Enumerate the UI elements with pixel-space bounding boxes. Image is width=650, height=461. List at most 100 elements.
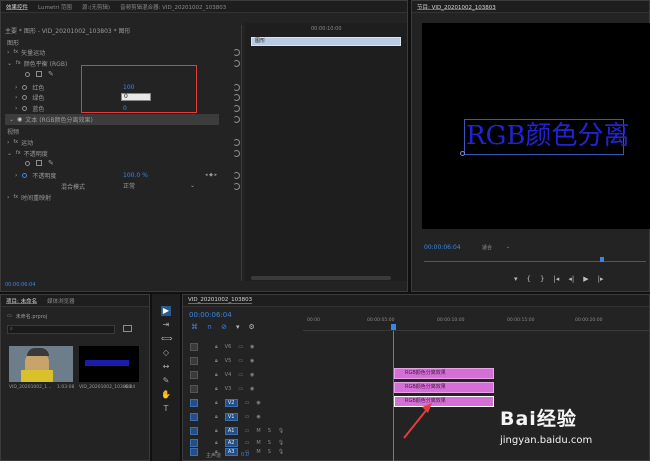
reset-icon[interactable] <box>233 49 240 56</box>
playhead-icon[interactable] <box>391 324 396 330</box>
eye-icon[interactable]: ◉ <box>250 372 254 378</box>
eye-icon[interactable]: ◉ <box>250 358 254 364</box>
pen-tool-icon[interactable]: ✎ <box>161 376 171 386</box>
solo-icon[interactable]: S <box>268 440 271 446</box>
step-forward-icon[interactable]: |▸ <box>598 275 604 283</box>
lock-icon[interactable]: 🔒︎ <box>215 358 218 364</box>
reset-icon[interactable] <box>233 183 240 190</box>
mute-icon[interactable]: M <box>256 440 260 446</box>
lock-icon[interactable]: 🔒︎ <box>215 400 218 406</box>
program-caption[interactable]: RGB颜色分离 <box>466 121 629 151</box>
reset-icon[interactable] <box>233 60 240 67</box>
solo-icon[interactable]: S <box>268 428 271 434</box>
collapse-arrow-icon[interactable]: ⌄ <box>7 150 12 157</box>
reset-icon[interactable] <box>233 105 240 112</box>
settings-wrench-icon[interactable]: ⚙ <box>249 323 255 331</box>
linked-selection-icon[interactable]: ⊘ <box>221 323 227 331</box>
effect-scrollbar[interactable] <box>251 276 391 280</box>
target-toggle[interactable] <box>190 398 198 407</box>
tab-audio-clip-mixer[interactable]: 音频剪辑混合器: VID_20201002_103803 <box>120 3 226 11</box>
lock-icon[interactable]: 🔒︎ <box>215 344 218 350</box>
target-toggle[interactable] <box>190 342 198 351</box>
track-v4[interactable]: 🔒︎ V4 ▭ ◉ <box>186 368 300 381</box>
mute-icon[interactable]: M <box>256 449 260 455</box>
clip-path[interactable]: 主要 * 图形 - VID_20201002_103803 * 图形 <box>5 26 131 35</box>
mic-icon[interactable]: 🎙︎ <box>278 440 284 446</box>
target-toggle[interactable] <box>190 356 198 365</box>
collapse-arrow-icon[interactable]: ⌄ <box>7 60 12 67</box>
track-select-icon[interactable]: ⇥ <box>161 320 171 330</box>
type-tool-icon[interactable]: T <box>161 404 171 414</box>
effect-motion[interactable]: › fx 运动 <box>7 137 33 147</box>
go-to-in-icon[interactable]: |◂ <box>553 275 559 283</box>
mute-icon[interactable]: M <box>256 428 260 434</box>
track-v3[interactable]: 🔒︎ V3 ▭ ◉ <box>186 382 300 395</box>
eye-icon[interactable]: ◉ <box>256 400 260 406</box>
razor-icon[interactable]: ◇ <box>161 348 171 358</box>
blend-mode-select[interactable]: 正常 ⌄ <box>123 181 195 190</box>
visibility-icon[interactable]: ◉ <box>17 116 22 123</box>
lock-icon[interactable]: 🔒︎ <box>215 428 218 434</box>
sequence-item-thumb[interactable] <box>79 346 139 382</box>
stopwatch-icon[interactable] <box>22 94 28 100</box>
play-icon[interactable]: ▶ <box>583 275 588 283</box>
solo-icon[interactable]: S <box>268 449 271 455</box>
sync-lock-icon[interactable]: ▭ <box>245 400 250 406</box>
mic-icon[interactable]: 🎙︎ <box>278 428 284 434</box>
program-scrub-bar[interactable] <box>424 257 646 267</box>
timeline-clip[interactable]: RGB颜色分离效果 <box>394 368 494 379</box>
pen-mask-icon[interactable]: ✎ <box>48 159 54 167</box>
tab-program[interactable]: 节目: VID_20201002_103803 <box>417 3 496 11</box>
effect-clip-strip[interactable]: 图形 <box>251 37 401 46</box>
collapse-arrow-icon[interactable]: ⌄ <box>9 116 14 123</box>
eye-icon[interactable]: ◉ <box>250 344 254 350</box>
track-v6[interactable]: 🔒︎ V6 ▭ ◉ <box>186 340 300 353</box>
lock-icon[interactable]: 🔒︎ <box>215 372 218 378</box>
hand-tool-icon[interactable]: ✋ <box>161 390 171 400</box>
add-marker-icon[interactable]: ▾ <box>236 323 240 331</box>
expand-arrow-icon[interactable]: › <box>7 139 9 146</box>
playhead-icon[interactable] <box>600 257 604 262</box>
track-v2[interactable]: 🔒︎ V2 ▭ ◉ <box>186 396 300 409</box>
effect-time-remap[interactable]: › fx 时间重映射 <box>7 192 51 202</box>
target-toggle[interactable] <box>190 370 198 379</box>
stopwatch-icon[interactable] <box>22 84 28 90</box>
lock-icon[interactable]: 🔒︎ <box>215 386 218 392</box>
expand-arrow-icon[interactable]: › <box>15 94 17 101</box>
reset-icon[interactable] <box>233 84 240 91</box>
step-back-icon[interactable]: ◂| <box>568 275 574 283</box>
track-v5[interactable]: 🔒︎ V5 ▭ ◉ <box>186 354 300 367</box>
selection-tool-icon[interactable]: ▶ <box>161 306 171 316</box>
expand-arrow-icon[interactable]: › <box>15 172 17 179</box>
ellipse-mask-icon[interactable] <box>25 160 30 166</box>
target-toggle[interactable] <box>190 412 198 421</box>
tab-lumetri-scopes[interactable]: Lumetri 范围 <box>38 3 72 11</box>
expand-arrow-icon[interactable]: › <box>7 49 9 56</box>
sync-lock-icon[interactable]: ▭ <box>238 358 243 364</box>
tab-source[interactable]: 源:(无剪辑) <box>82 3 110 11</box>
project-item-thumb[interactable] <box>9 346 73 382</box>
sync-lock-icon[interactable]: ▭ <box>245 428 250 434</box>
mic-icon[interactable]: 🎙︎ <box>278 449 284 455</box>
rectangle-mask-icon[interactable] <box>36 160 42 166</box>
lock-icon[interactable]: 🔒︎ <box>215 440 218 446</box>
expand-arrow-icon[interactable]: › <box>7 194 9 201</box>
reset-icon[interactable] <box>233 172 240 179</box>
marker-icon[interactable]: ▾ <box>514 275 518 283</box>
slip-icon[interactable]: ↔ <box>161 362 171 372</box>
effect-opacity[interactable]: ⌄ fx 不透明度 <box>7 148 48 158</box>
stopwatch-icon[interactable] <box>22 172 28 178</box>
effect-vector-motion[interactable]: › fx 矢量运动 <box>7 47 45 57</box>
ripple-edit-icon[interactable]: ⟺ <box>161 334 172 344</box>
timeline-clip-selected[interactable]: RGB颜色分离效果 <box>394 396 494 407</box>
snap-icon[interactable]: ∩ <box>207 323 212 331</box>
reset-icon[interactable] <box>233 139 240 146</box>
opacity-value[interactable]: 100.0 % <box>123 170 148 180</box>
tab-effect-controls[interactable]: 效果控件 <box>6 3 29 11</box>
reset-icon[interactable] <box>233 116 240 123</box>
pen-mask-icon[interactable]: ✎ <box>48 70 54 78</box>
tab-media-browser[interactable]: 媒体浏览器 <box>47 297 75 305</box>
anchor-handle[interactable] <box>460 151 465 156</box>
sync-lock-icon[interactable]: ▭ <box>238 344 243 350</box>
stopwatch-icon[interactable] <box>22 105 28 111</box>
